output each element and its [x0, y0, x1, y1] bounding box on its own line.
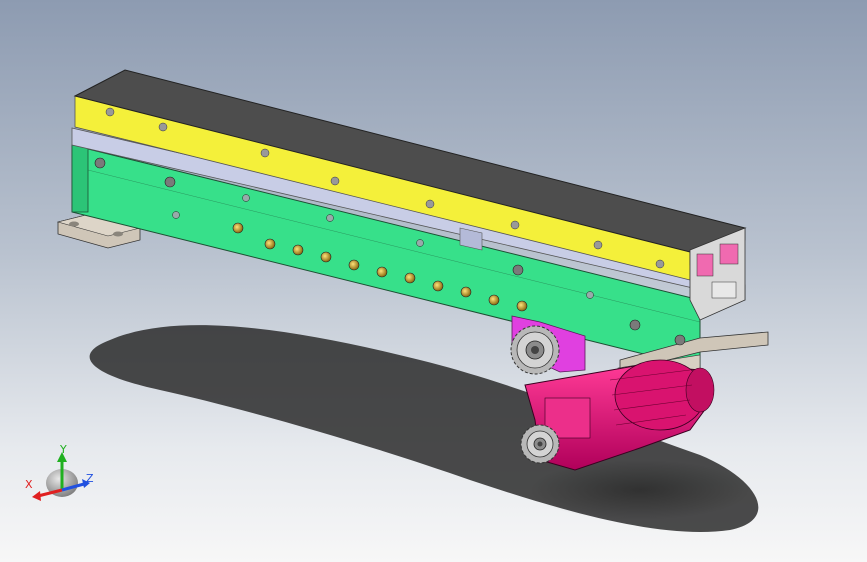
cad-viewport[interactable]: Y X Z [0, 0, 867, 562]
upper-sprocket[interactable] [510, 325, 560, 375]
triad-y-label: Y [59, 443, 67, 456]
triad-z-label: Z [86, 472, 94, 485]
orientation-triad[interactable]: Y X Z [25, 443, 94, 501]
lower-sprocket[interactable] [520, 424, 560, 464]
triad-x-label: X [25, 478, 33, 491]
model-canvas[interactable]: Y X Z [0, 0, 867, 562]
